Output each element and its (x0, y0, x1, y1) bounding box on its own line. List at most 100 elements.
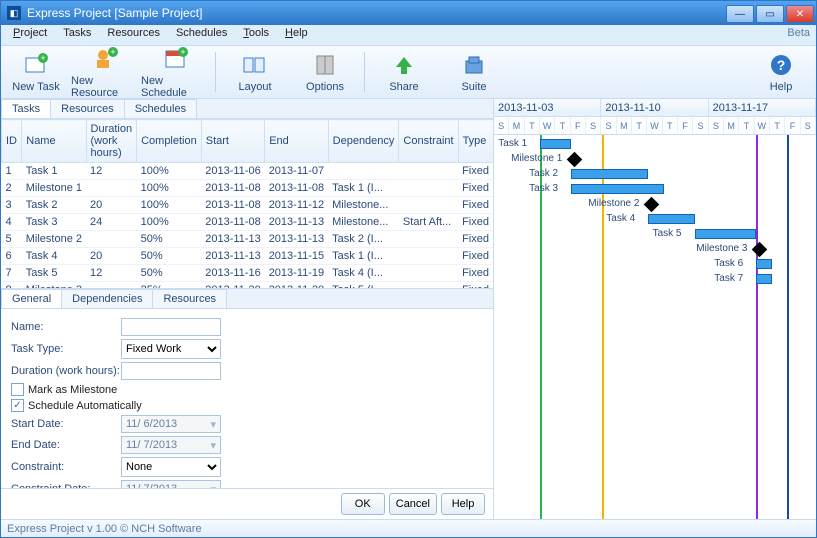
tab-tasks[interactable]: Tasks (1, 99, 51, 118)
new-resource-button[interactable]: + New Resource (71, 43, 141, 101)
task-grid[interactable]: ID Name Duration (work hours) Completion… (1, 119, 493, 289)
beta-label: Beta (781, 25, 816, 45)
col-type[interactable]: Type (458, 120, 493, 163)
constraint-select[interactable]: None (121, 457, 221, 477)
week-header: 2013-11-03 (494, 99, 601, 117)
schedauto-checkbox[interactable]: ✓ (11, 399, 24, 412)
new-task-icon: + (22, 51, 50, 79)
col-id[interactable]: ID (2, 120, 22, 163)
calendar-icon: ▾ (210, 439, 216, 452)
new-schedule-icon: + (162, 45, 190, 73)
new-schedule-button[interactable]: + New Schedule (141, 43, 211, 101)
label-enddate: End Date: (11, 439, 121, 451)
help-button-small[interactable]: Help (441, 493, 485, 515)
ok-button[interactable]: OK (341, 493, 385, 515)
gantt-label: Task 1 (498, 138, 527, 149)
constraintdate-picker[interactable]: 11/ 7/2013▾ (121, 480, 221, 488)
window-title: Express Project [Sample Project] (27, 6, 202, 20)
help-icon: ? (767, 51, 795, 79)
day-header: T (632, 117, 647, 134)
col-completion[interactable]: Completion (137, 120, 202, 163)
label-schedauto: Schedule Automatically (28, 400, 142, 412)
day-header: T (663, 117, 678, 134)
gantt-chart[interactable]: 2013-11-03SMTWTFS2013-11-10SMTWTFS2013-1… (494, 99, 816, 519)
milestone-checkbox[interactable] (11, 383, 24, 396)
week-header: 2013-11-10 (601, 99, 708, 117)
col-end[interactable]: End (265, 120, 328, 163)
menu-resources[interactable]: Resources (99, 25, 168, 45)
gantt-label: Milestone 3 (696, 243, 747, 254)
label-tasktype: Task Type: (11, 343, 121, 355)
menu-schedules[interactable]: Schedules (168, 25, 235, 45)
table-row[interactable]: 8Milestone 325%2013-11-202013-11-20Task … (2, 282, 494, 290)
minimize-button[interactable]: — (726, 5, 754, 23)
startdate-picker[interactable]: 11/ 6/2013▾ (121, 415, 221, 433)
table-row[interactable]: 7Task 51250%2013-11-162013-11-19Task 4 (… (2, 265, 494, 282)
col-constraint[interactable]: Constraint (399, 120, 458, 163)
day-header: F (785, 117, 800, 134)
tab-schedules[interactable]: Schedules (124, 99, 197, 118)
new-resource-icon: + (92, 45, 120, 73)
col-duration[interactable]: Duration (work hours) (86, 120, 137, 163)
svg-text:+: + (110, 47, 115, 57)
enddate-picker[interactable]: 11/ 7/2013▾ (121, 436, 221, 454)
day-header: W (755, 117, 770, 134)
gantt-label: Milestone 2 (588, 198, 639, 209)
tab-resources[interactable]: Resources (50, 99, 125, 118)
menu-tools[interactable]: Tools (235, 25, 277, 45)
properties-panel: Name: Task Type:Fixed Work Duration (wor… (1, 309, 493, 488)
layout-button[interactable]: Layout (220, 49, 290, 95)
svg-text:+: + (40, 53, 45, 63)
gantt-bar[interactable] (648, 214, 694, 224)
layout-icon (241, 51, 269, 79)
col-start[interactable]: Start (201, 120, 264, 163)
milestone-marker[interactable] (752, 242, 768, 258)
day-header: S (801, 117, 816, 134)
milestone-marker[interactable] (567, 152, 583, 168)
menu-help[interactable]: Help (277, 25, 316, 45)
table-row[interactable]: 1Task 112100%2013-11-062013-11-07Fixed .… (2, 163, 494, 180)
share-button[interactable]: Share (369, 49, 439, 95)
proptab-resources[interactable]: Resources (152, 289, 227, 308)
col-name[interactable]: Name (22, 120, 86, 163)
label-constraint: Constraint: (11, 461, 121, 473)
svg-text:+: + (180, 47, 185, 57)
gantt-bar[interactable] (571, 184, 664, 194)
help-button[interactable]: ? Help (746, 49, 816, 95)
calendar-icon: ▾ (210, 418, 216, 431)
col-dependency[interactable]: Dependency (328, 120, 399, 163)
cancel-button[interactable]: Cancel (389, 493, 437, 515)
day-header: F (678, 117, 693, 134)
menu-project[interactable]: Project (5, 25, 55, 45)
close-button[interactable]: ✕ (786, 5, 814, 23)
day-header: M (509, 117, 524, 134)
date-marker (787, 135, 789, 519)
gantt-bar[interactable] (756, 259, 771, 269)
duration-field[interactable] (121, 362, 221, 380)
titlebar[interactable]: ◧ Express Project [Sample Project] — ▭ ✕ (1, 1, 816, 25)
table-row[interactable]: 2Milestone 1100%2013-11-082013-11-08Task… (2, 180, 494, 197)
gantt-bar[interactable] (571, 169, 648, 179)
options-button[interactable]: Options (290, 49, 360, 95)
gantt-label: Task 4 (606, 213, 635, 224)
suite-button[interactable]: Suite (439, 49, 509, 95)
new-task-button[interactable]: + New Task (1, 49, 71, 95)
maximize-button[interactable]: ▭ (756, 5, 784, 23)
milestone-marker[interactable] (644, 197, 660, 213)
table-row[interactable]: 3Task 220100%2013-11-082013-11-12Milesto… (2, 197, 494, 214)
gantt-bar[interactable] (756, 274, 771, 284)
table-row[interactable]: 4Task 324100%2013-11-082013-11-13Milesto… (2, 214, 494, 231)
table-row[interactable]: 6Task 42050%2013-11-132013-11-15Task 1 (… (2, 248, 494, 265)
gantt-label: Task 5 (653, 228, 682, 239)
menu-tasks[interactable]: Tasks (55, 25, 99, 45)
name-field[interactable] (121, 318, 221, 336)
proptab-dependencies[interactable]: Dependencies (61, 289, 153, 308)
tasktype-select[interactable]: Fixed Work (121, 339, 221, 359)
proptab-general[interactable]: General (1, 289, 62, 308)
gantt-bar[interactable] (540, 139, 571, 149)
gantt-label: Task 6 (714, 258, 743, 269)
table-row[interactable]: 5Milestone 250%2013-11-132013-11-13Task … (2, 231, 494, 248)
gantt-label: Task 7 (714, 273, 743, 284)
status-bar: Express Project v 1.00 © NCH Software (1, 519, 816, 537)
gantt-bar[interactable] (695, 229, 757, 239)
